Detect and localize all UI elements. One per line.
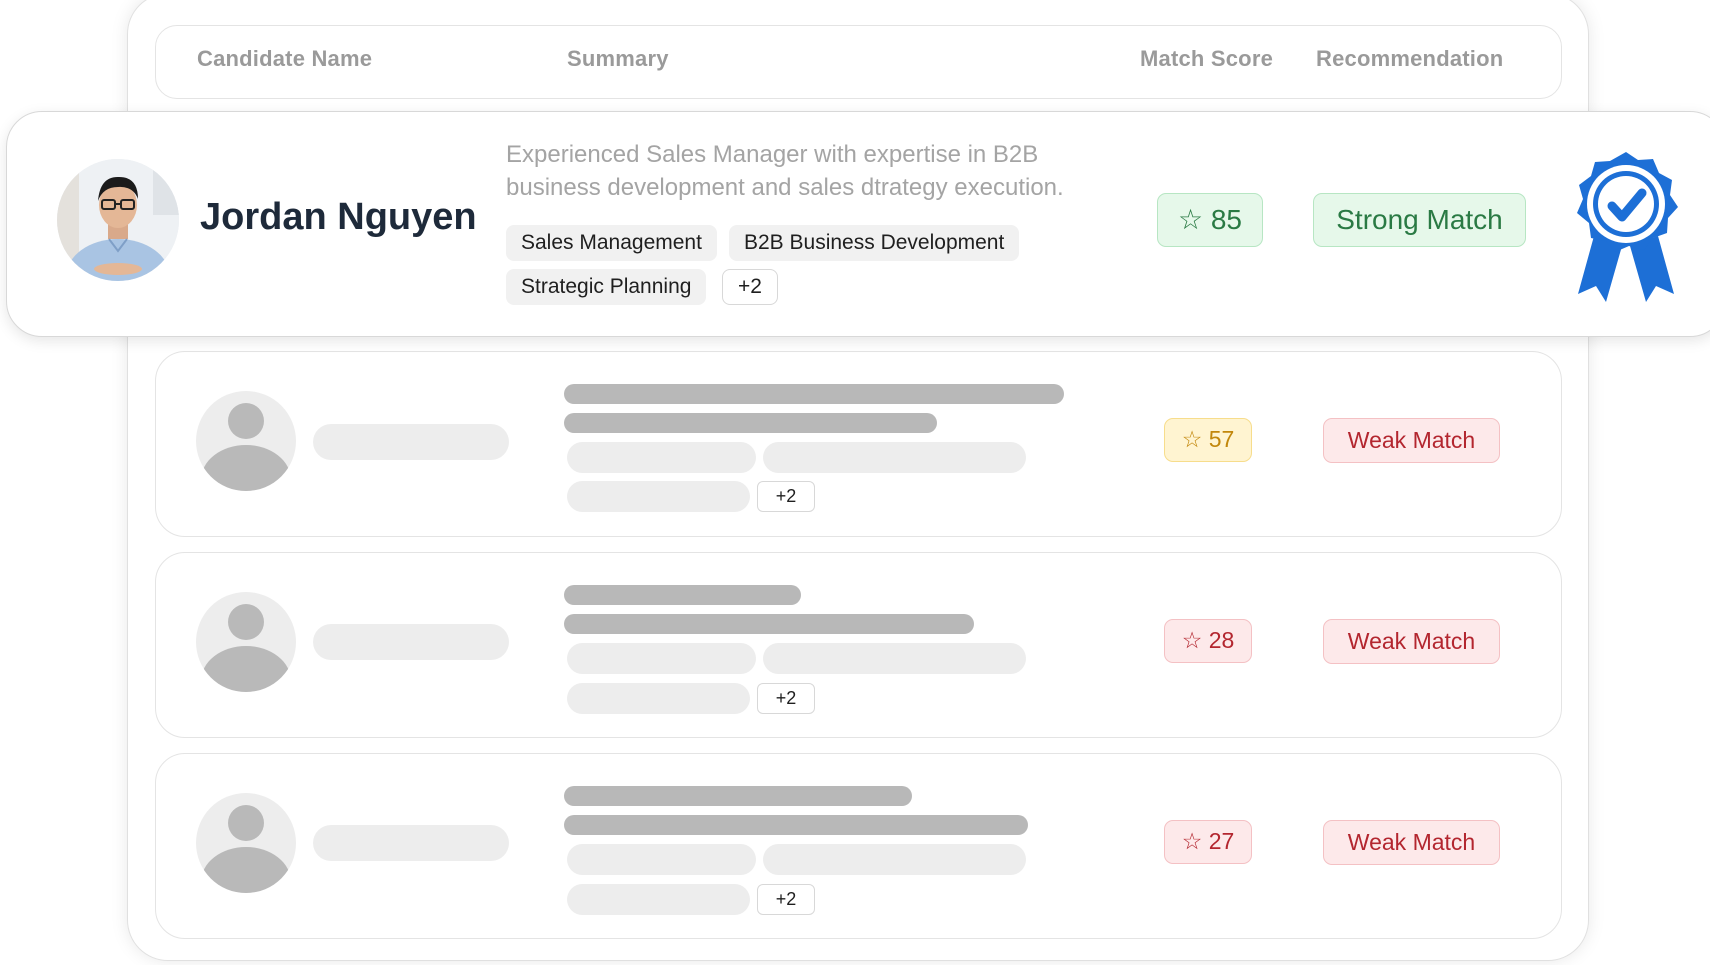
match-score-badge: ☆ 85 bbox=[1157, 193, 1263, 247]
tag-placeholder bbox=[567, 643, 756, 674]
recommendation-badge: Strong Match bbox=[1313, 193, 1526, 247]
star-icon: ☆ bbox=[1181, 426, 1203, 452]
more-tags-badge[interactable]: +2 bbox=[757, 683, 815, 714]
candidate-name: Jordan Nguyen bbox=[200, 196, 477, 238]
tag-placeholder bbox=[763, 442, 1026, 473]
tag-placeholder bbox=[763, 844, 1026, 875]
match-score-value: 28 bbox=[1208, 627, 1235, 653]
header-match-score: Match Score bbox=[1140, 46, 1274, 71]
tag-placeholder bbox=[567, 844, 756, 875]
star-icon: ☆ bbox=[1177, 204, 1204, 235]
summary-placeholder bbox=[564, 384, 1064, 404]
award-ribbon-check-icon bbox=[1566, 150, 1686, 306]
tag-placeholder bbox=[763, 643, 1026, 674]
summary-placeholder bbox=[564, 585, 801, 605]
skill-tag: Strategic Planning bbox=[506, 269, 707, 305]
skill-tag: B2B Business Development bbox=[729, 225, 1020, 261]
match-score-value: 57 bbox=[1208, 426, 1235, 452]
summary-placeholder bbox=[564, 614, 974, 634]
more-tags-badge[interactable]: +2 bbox=[722, 269, 778, 305]
match-score-badge: ☆ 57 bbox=[1164, 418, 1252, 462]
more-tags-badge[interactable]: +2 bbox=[757, 884, 815, 915]
avatar-placeholder bbox=[196, 592, 296, 692]
avatar-placeholder bbox=[196, 391, 296, 491]
skill-tag: Sales Management bbox=[506, 225, 717, 261]
tag-placeholder bbox=[567, 884, 750, 915]
summary-placeholder bbox=[564, 413, 937, 433]
name-placeholder bbox=[313, 424, 509, 460]
tag-placeholder bbox=[567, 683, 750, 714]
candidate-summary: Experienced Sales Manager with expertise… bbox=[506, 141, 1064, 201]
match-score-badge: ☆ 27 bbox=[1164, 820, 1252, 864]
summary-placeholder bbox=[564, 786, 912, 806]
more-tags-badge[interactable]: +2 bbox=[757, 481, 815, 512]
name-placeholder bbox=[313, 624, 509, 660]
recommendation-badge: Weak Match bbox=[1323, 418, 1500, 463]
recommendation-badge: Weak Match bbox=[1323, 619, 1500, 664]
name-placeholder bbox=[313, 825, 509, 861]
star-icon: ☆ bbox=[1181, 828, 1203, 854]
header-recommendation: Recommendation bbox=[1316, 46, 1504, 71]
star-icon: ☆ bbox=[1181, 627, 1203, 653]
avatar bbox=[57, 159, 179, 281]
header-candidate-name: Candidate Name bbox=[197, 46, 373, 71]
header-summary: Summary bbox=[567, 46, 669, 71]
summary-placeholder bbox=[564, 815, 1028, 835]
tag-placeholder bbox=[567, 442, 756, 473]
recommendation-badge: Weak Match bbox=[1323, 820, 1500, 865]
avatar-placeholder bbox=[196, 793, 296, 893]
match-score-value: 85 bbox=[1210, 204, 1243, 235]
match-score-value: 27 bbox=[1208, 828, 1235, 854]
tag-placeholder bbox=[567, 481, 750, 512]
match-score-badge: ☆ 28 bbox=[1164, 619, 1252, 663]
